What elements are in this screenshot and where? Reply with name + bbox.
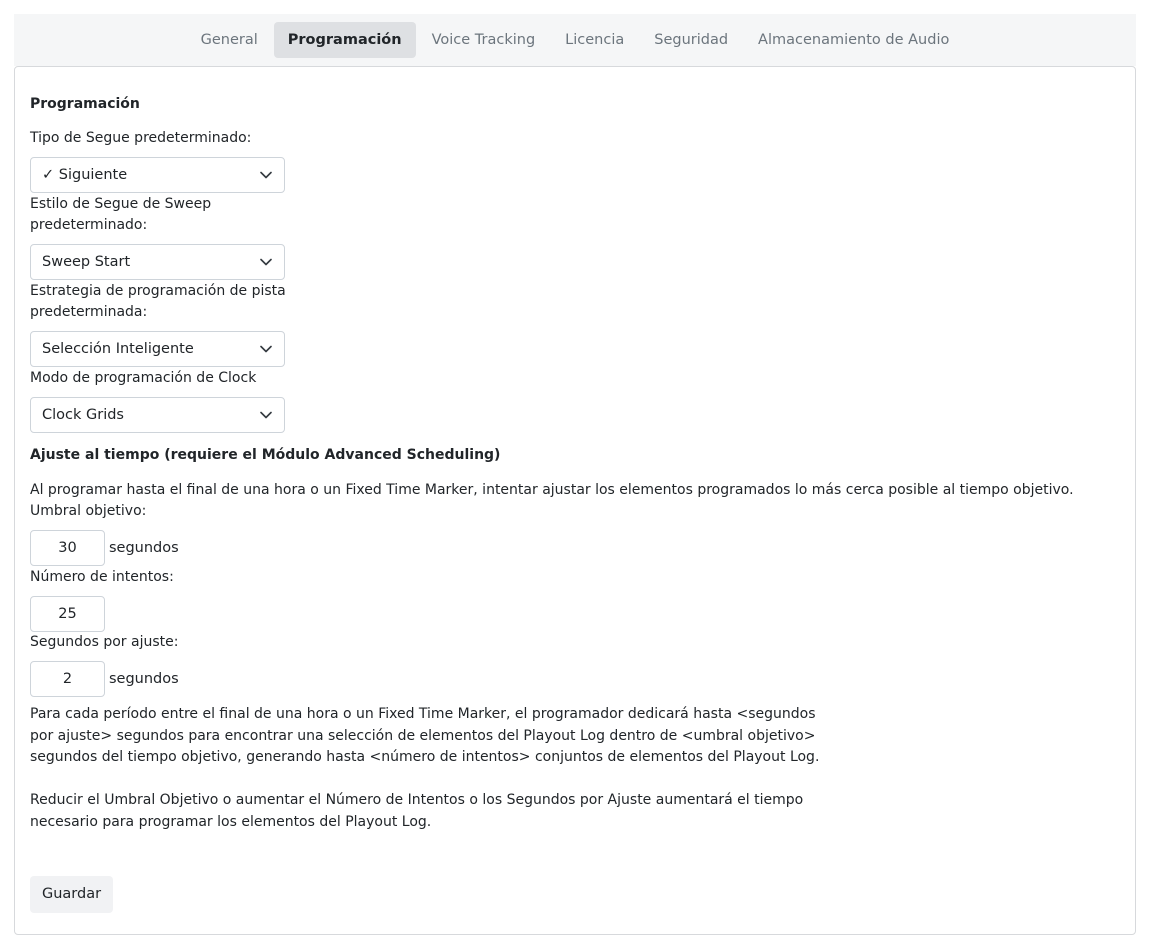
settings-tabs: General Programación Voice Tracking Lice… bbox=[14, 14, 1136, 66]
sweep-style-label: Estilo de Segue de Sweep predeterminado: bbox=[30, 196, 212, 233]
chevron-down-icon bbox=[260, 345, 272, 353]
ajuste-description: Al programar hasta el final de una hora … bbox=[30, 482, 1074, 498]
track-strategy-value: Selección Inteligente bbox=[42, 341, 194, 357]
seconds-unit: segundos bbox=[109, 671, 179, 687]
tab-almacenamiento-audio[interactable]: Almacenamiento de Audio bbox=[744, 22, 963, 58]
clock-mode-value: Clock Grids bbox=[42, 407, 124, 423]
clock-mode-select[interactable]: Clock Grids bbox=[30, 397, 285, 433]
chevron-down-icon bbox=[260, 258, 272, 266]
chevron-down-icon bbox=[260, 411, 272, 419]
attempts-label: Número de intentos: bbox=[30, 569, 174, 585]
tab-programacion[interactable]: Programación bbox=[273, 22, 416, 58]
track-strategy-select[interactable]: Selección Inteligente bbox=[30, 331, 285, 367]
save-button[interactable]: Guardar bbox=[30, 876, 114, 913]
seconds-label: Segundos por ajuste: bbox=[30, 634, 179, 650]
ajuste-section-title: Ajuste al tiempo (requiere el Módulo Adv… bbox=[30, 447, 501, 463]
sweep-style-select[interactable]: Sweep Start bbox=[30, 244, 285, 280]
track-strategy-label: Estrategia de programación de pista pred… bbox=[30, 283, 286, 320]
tab-voice-tracking[interactable]: Voice Tracking bbox=[418, 22, 550, 58]
tab-licencia[interactable]: Licencia bbox=[551, 22, 638, 58]
ajuste-warning: Reducir el Umbral Objetivo o aumentar el… bbox=[30, 792, 804, 830]
threshold-label: Umbral objetivo: bbox=[30, 503, 147, 519]
attempts-input[interactable]: 25 bbox=[30, 596, 105, 632]
clock-mode-label: Modo de programación de Clock bbox=[30, 370, 257, 386]
settings-panel: Programación Tipo de Segue predeterminad… bbox=[14, 66, 1136, 935]
threshold-input[interactable]: 30 bbox=[30, 530, 105, 566]
chevron-down-icon bbox=[260, 171, 272, 179]
tab-general[interactable]: General bbox=[187, 22, 272, 58]
seconds-input[interactable]: 2 bbox=[30, 661, 105, 697]
tab-seguridad[interactable]: Seguridad bbox=[640, 22, 742, 58]
segue-type-label: Tipo de Segue predeterminado: bbox=[30, 130, 252, 146]
segue-type-select[interactable]: ✓ Siguiente bbox=[30, 157, 285, 193]
programacion-section-title: Programación bbox=[30, 96, 140, 112]
threshold-unit: segundos bbox=[109, 540, 179, 556]
segue-type-value: ✓ Siguiente bbox=[42, 167, 128, 183]
ajuste-explanation: Para cada período entre el final de una … bbox=[30, 706, 820, 765]
sweep-style-value: Sweep Start bbox=[42, 254, 131, 270]
